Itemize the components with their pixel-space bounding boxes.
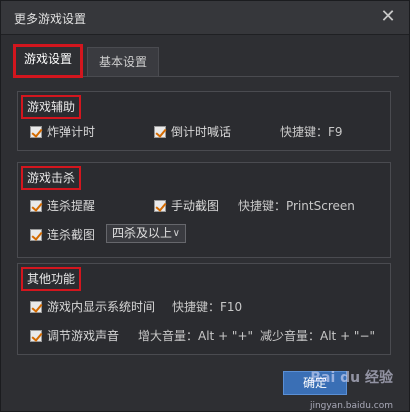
option-kill-streak-screenshot[interactable]: 连杀截图	[30, 227, 95, 243]
shortcut-f9: 快捷键：F9	[280, 125, 343, 139]
checkbox-checked-icon[interactable]	[30, 330, 42, 342]
shortcut-f10: 快捷键：F10	[172, 300, 243, 314]
title-bar: 更多游戏设置 ✕	[1, 1, 409, 35]
option-label: 手动截图	[171, 199, 220, 213]
group-title-other: 其他功能	[21, 267, 82, 291]
group-title-kill: 游戏击杀	[21, 166, 82, 190]
chevron-down-icon: ∨	[172, 228, 180, 239]
option-label: 连杀提醒	[47, 199, 96, 213]
option-label: 炸弹计时	[47, 125, 96, 139]
option-show-system-time[interactable]: 游戏内显示系统时间	[30, 299, 155, 315]
close-icon[interactable]: ✕	[377, 6, 399, 28]
group-game-assist: 游戏辅助 炸弹计时 倒计时喊话 快捷键：F9	[17, 91, 391, 151]
kill-count-dropdown[interactable]: 四杀及以上 ∨	[106, 224, 186, 243]
group-game-kill: 游戏击杀 连杀提醒 手动截图 快捷键：PrintScreen 连杀截图 四杀及以…	[17, 162, 391, 258]
dropdown-value: 四杀及以上	[112, 226, 173, 240]
checkbox-checked-icon[interactable]	[30, 301, 42, 313]
baidu-watermark: Bai du 经验 jingyan.baidu.com	[243, 367, 393, 411]
shortcut-volume-up: 增大音量：Alt + "+"	[138, 329, 254, 343]
shortcut-volume-down: 减少音量：Alt + "−"	[260, 329, 376, 343]
group-other-functions: 其他功能 游戏内显示系统时间 快捷键：F10 调节游戏声音 增大音量：Alt +…	[17, 263, 391, 355]
window-title: 更多游戏设置	[14, 12, 87, 26]
option-label: 调节游戏声音	[47, 329, 120, 343]
option-bomb-timer[interactable]: 炸弹计时	[30, 124, 95, 140]
group-title-assist: 游戏辅助	[21, 95, 82, 119]
checkbox-checked-icon[interactable]	[30, 126, 42, 138]
checkbox-checked-icon[interactable]	[154, 200, 166, 212]
checkbox-checked-icon[interactable]	[30, 229, 42, 241]
shortcut-printscreen: 快捷键：PrintScreen	[238, 199, 355, 213]
settings-window: 更多游戏设置 ✕ 游戏设置 基本设置 游戏辅助 炸弹计时 倒计时喊话 快捷键：F…	[0, 0, 410, 412]
option-adjust-game-volume[interactable]: 调节游戏声音	[30, 328, 119, 344]
tab-game-settings[interactable]: 游戏设置	[13, 44, 83, 78]
option-kill-streak-alert[interactable]: 连杀提醒	[30, 198, 95, 214]
watermark-url: jingyan.baidu.com	[309, 401, 393, 411]
checkbox-checked-icon[interactable]	[154, 126, 166, 138]
tab-basic-settings[interactable]: 基本设置	[87, 47, 159, 76]
option-label: 连杀截图	[47, 228, 96, 242]
option-label: 倒计时喊话	[171, 125, 232, 139]
tab-bar: 游戏设置 基本设置	[13, 44, 399, 78]
option-countdown-shout[interactable]: 倒计时喊话	[154, 124, 231, 140]
checkbox-checked-icon[interactable]	[30, 200, 42, 212]
watermark-text: Bai du 经验	[310, 370, 393, 386]
option-manual-screenshot[interactable]: 手动截图	[154, 198, 219, 214]
option-label: 游戏内显示系统时间	[47, 300, 156, 314]
